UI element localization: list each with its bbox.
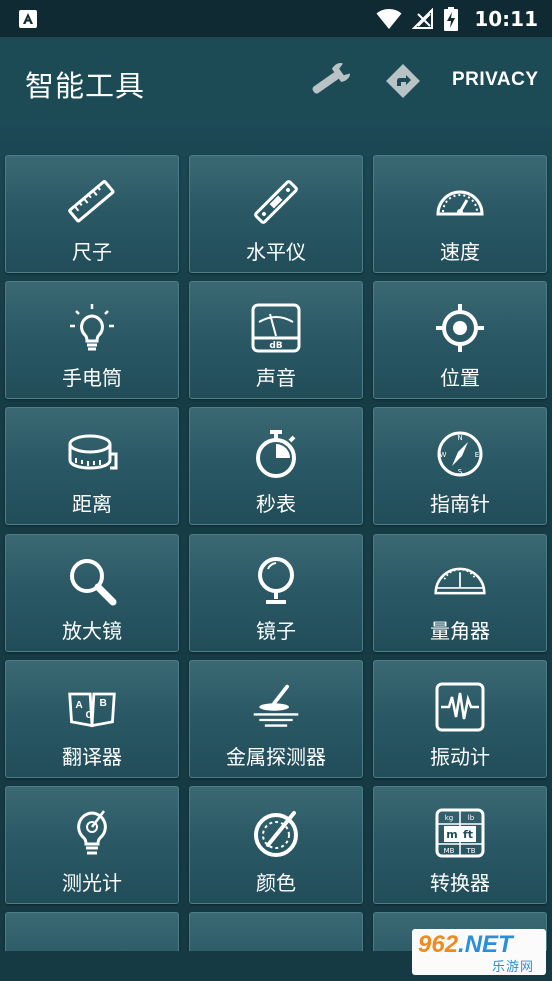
tool-tile-partial-2[interactable] [189,912,363,951]
svg-text:dB: dB [269,341,282,351]
tool-label: 转换器 [430,871,490,895]
tool-tile-compass[interactable]: N S W E 指南针 [373,407,547,525]
status-time: 10:11 [474,6,538,31]
tool-label: 测光计 [62,871,122,895]
svg-text:ft: ft [463,828,473,841]
translator-book-icon: A B C [68,692,116,728]
tool-label: 手电筒 [62,366,122,390]
tool-label: 尺子 [72,240,112,264]
wrench-icon[interactable] [306,62,354,98]
metronome-icon [250,933,302,951]
svg-text:MB: MB [444,847,455,855]
watermark-main-text: 962.NET [418,931,513,959]
tool-tile-light-meter[interactable]: 测光计 [5,786,179,904]
wifi-icon [376,8,402,29]
tool-label: 金属探测器 [226,745,326,769]
speedometer-icon [436,190,484,216]
svg-text:B: B [99,698,106,709]
tool-label: 距离 [72,492,112,516]
tool-label: 翻译器 [62,745,122,769]
page-title: 智能工具 [25,69,146,103]
tool-tile-level[interactable]: 水平仪 [189,155,363,273]
notification-app-icon [19,10,37,28]
color-palette-icon [254,811,298,857]
tool-tile-converter[interactable]: kg lb m ft MB TB 转换器 [373,786,547,904]
tool-tile-metal-detector[interactable]: 金属探测器 [189,660,363,778]
tool-label: 声音 [256,366,296,390]
mirror-icon [258,557,294,604]
watermark-sub-text: 乐游网 [491,960,534,975]
tool-tile-flashlight[interactable]: 手电筒 [5,281,179,399]
tool-label: 颜色 [256,871,296,895]
tool-tile-protractor[interactable]: 量角器 [373,534,547,652]
magnifier-icon [70,559,117,606]
tool-label: 速度 [440,240,480,264]
vibration-meter-icon [435,682,485,732]
tool-tile-location[interactable]: 位置 [373,281,547,399]
svg-text:A: A [75,700,83,711]
svg-text:kg: kg [445,814,454,822]
protractor-icon [434,567,486,595]
lightbulb-icon [70,304,114,351]
tool-tile-translator[interactable]: A B C 翻译器 [5,660,179,778]
watermark-suffix: .NET [458,931,513,958]
svg-text:m: m [446,828,457,841]
tape-measure-icon [68,434,118,470]
tool-tile-color[interactable]: 颜色 [189,786,363,904]
svg-text:W: W [440,451,447,459]
battery-icon [66,933,118,951]
tool-tile-mirror[interactable]: 镜子 [189,534,363,652]
svg-text:lb: lb [468,814,475,822]
tool-tile-partial-1[interactable] [5,912,179,951]
tool-grid: 尺子 水平仪 速度 手电筒 dB 声音 位置 距离 秒表 N S W E 指南针… [0,127,552,951]
app-bar: 智能工具 PRIVACY [0,37,552,127]
metal-detector-icon [253,684,299,727]
battery-charging-icon [444,6,459,31]
tool-label: 振动计 [430,745,490,769]
tool-tile-distance[interactable]: 距离 [5,407,179,525]
svg-text:N: N [457,434,462,442]
light-meter-icon [77,810,107,855]
tool-label: 位置 [440,366,480,390]
tool-label: 指南针 [430,492,490,516]
share-icon[interactable] [384,62,422,100]
privacy-button[interactable]: PRIVACY [452,69,539,91]
watermark-number: 962 [418,931,459,958]
unit-converter-icon: kg lb m ft MB TB [435,808,485,858]
svg-text:C: C [86,710,94,721]
spirit-level-icon [254,180,298,224]
tool-label: 水平仪 [246,240,306,264]
tool-label: 放大镜 [62,619,122,643]
svg-text:TB: TB [465,847,475,855]
status-bar: 10:11 [0,0,552,37]
tool-tile-ruler[interactable]: 尺子 [5,155,179,273]
decibel-meter-icon: dB [251,303,301,353]
tool-tile-stopwatch[interactable]: 秒表 [189,407,363,525]
svg-text:S: S [458,468,463,476]
tool-tile-vibration[interactable]: 振动计 [373,660,547,778]
tool-label: 镜子 [256,619,296,643]
stopwatch-icon [256,430,296,478]
watermark-logo: 962.NET 乐游网 [412,929,546,975]
tool-label: 量角器 [430,619,490,643]
tool-tile-sound[interactable]: dB 声音 [189,281,363,399]
tool-tile-speed[interactable]: 速度 [373,155,547,273]
no-signal-icon [412,7,434,29]
compass-icon: N S W E [437,431,483,477]
svg-text:E: E [475,451,479,459]
tool-label: 秒表 [256,492,296,516]
tool-tile-magnifier[interactable]: 放大镜 [5,534,179,652]
ruler-icon [68,179,115,223]
location-target-icon [436,304,484,352]
